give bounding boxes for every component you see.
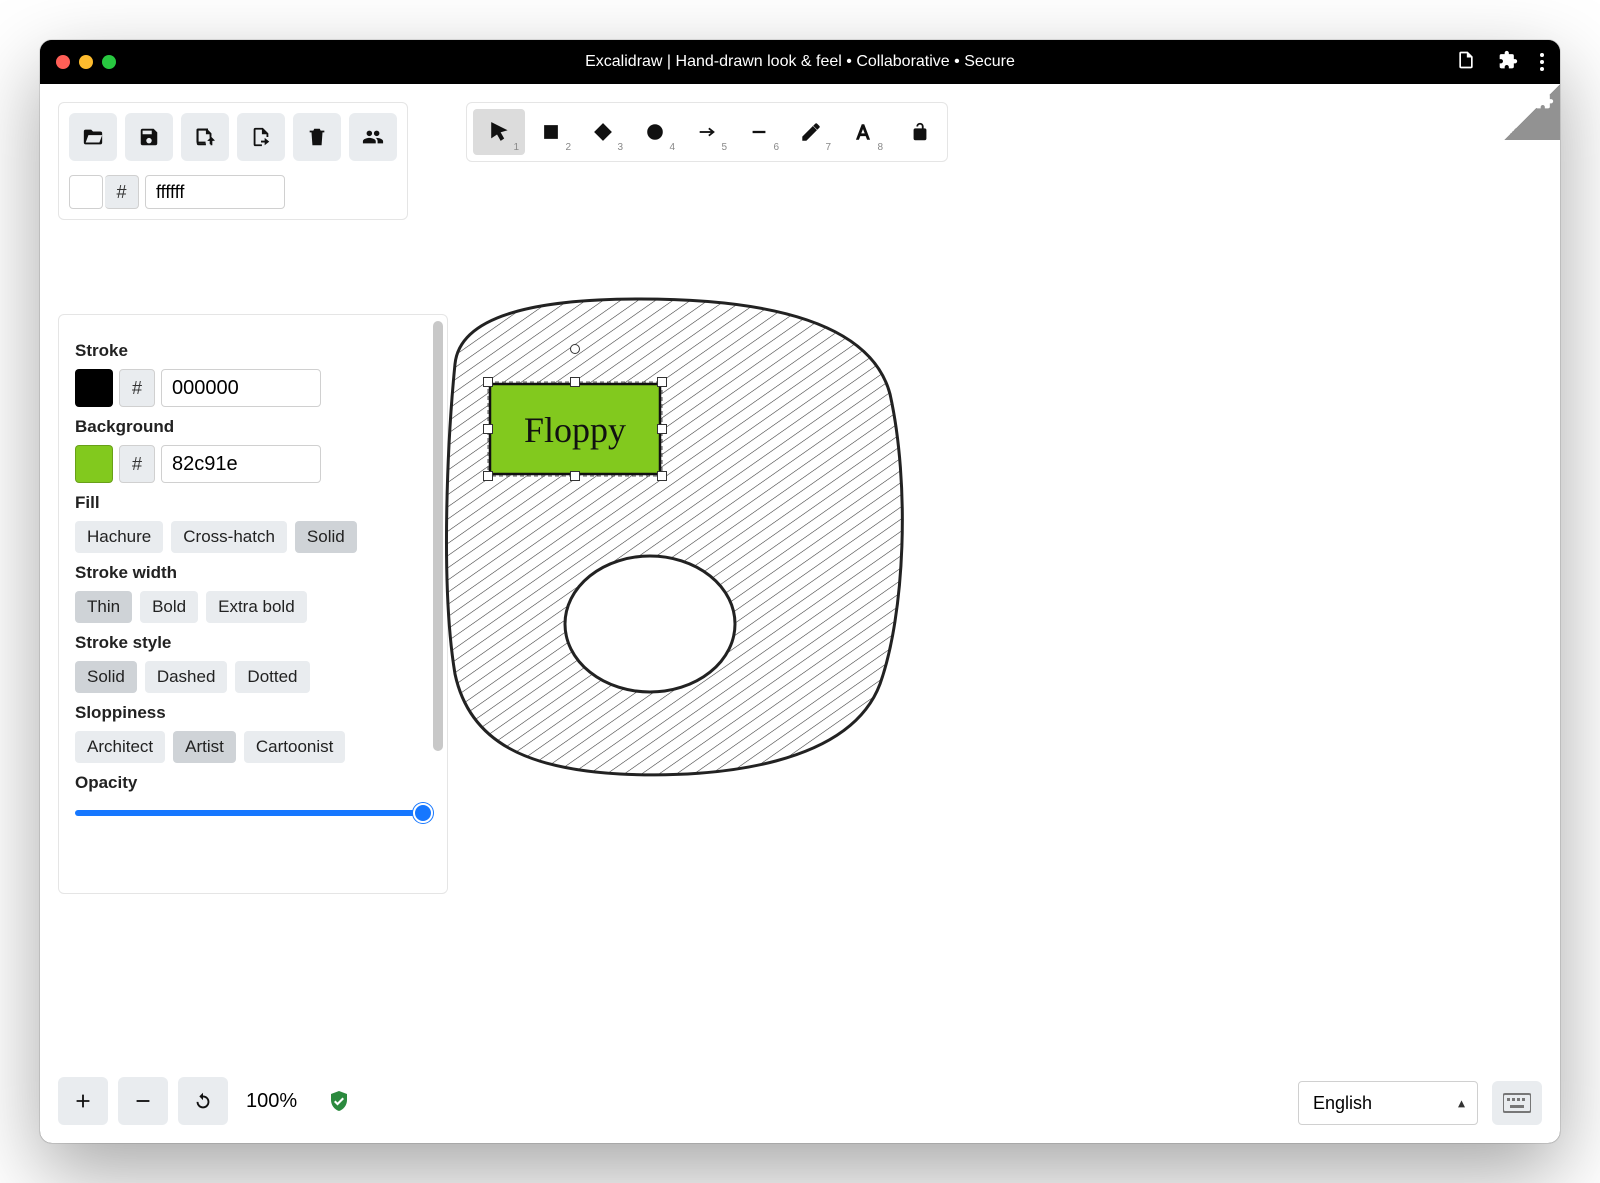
- resize-handle-sw[interactable]: [483, 471, 493, 481]
- resize-handle-e[interactable]: [657, 424, 667, 434]
- document-icon[interactable]: [1456, 50, 1476, 75]
- svg-text:Floppy: Floppy: [524, 410, 626, 450]
- titlebar-actions: [1456, 50, 1544, 75]
- app-area: # 1 2 3 4 5: [40, 84, 1560, 1143]
- window-title: Excalidraw | Hand-drawn look & feel • Co…: [40, 53, 1560, 71]
- resize-handle-s[interactable]: [570, 471, 580, 481]
- close-window-button[interactable]: [56, 55, 70, 69]
- extension-icon[interactable]: [1498, 50, 1518, 75]
- app-window: Excalidraw | Hand-drawn look & feel • Co…: [40, 40, 1560, 1143]
- resize-handle-w[interactable]: [483, 424, 493, 434]
- resize-handle-ne[interactable]: [657, 377, 667, 387]
- selected-label-rect[interactable]: Floppy: [488, 382, 662, 476]
- resize-handle-nw[interactable]: [483, 377, 493, 387]
- floppy-hole-shape: [565, 556, 735, 692]
- window-controls: [56, 55, 116, 69]
- minimize-window-button[interactable]: [79, 55, 93, 69]
- maximize-window-button[interactable]: [102, 55, 116, 69]
- rotate-handle[interactable]: [570, 344, 580, 354]
- drawing: Floppy: [40, 84, 1560, 1143]
- canvas[interactable]: Floppy: [40, 84, 1560, 1143]
- titlebar: Excalidraw | Hand-drawn look & feel • Co…: [40, 40, 1560, 84]
- floppy-body-shape: [446, 299, 902, 775]
- resize-handle-se[interactable]: [657, 471, 667, 481]
- more-menu-icon[interactable]: [1540, 53, 1544, 71]
- resize-handle-n[interactable]: [570, 377, 580, 387]
